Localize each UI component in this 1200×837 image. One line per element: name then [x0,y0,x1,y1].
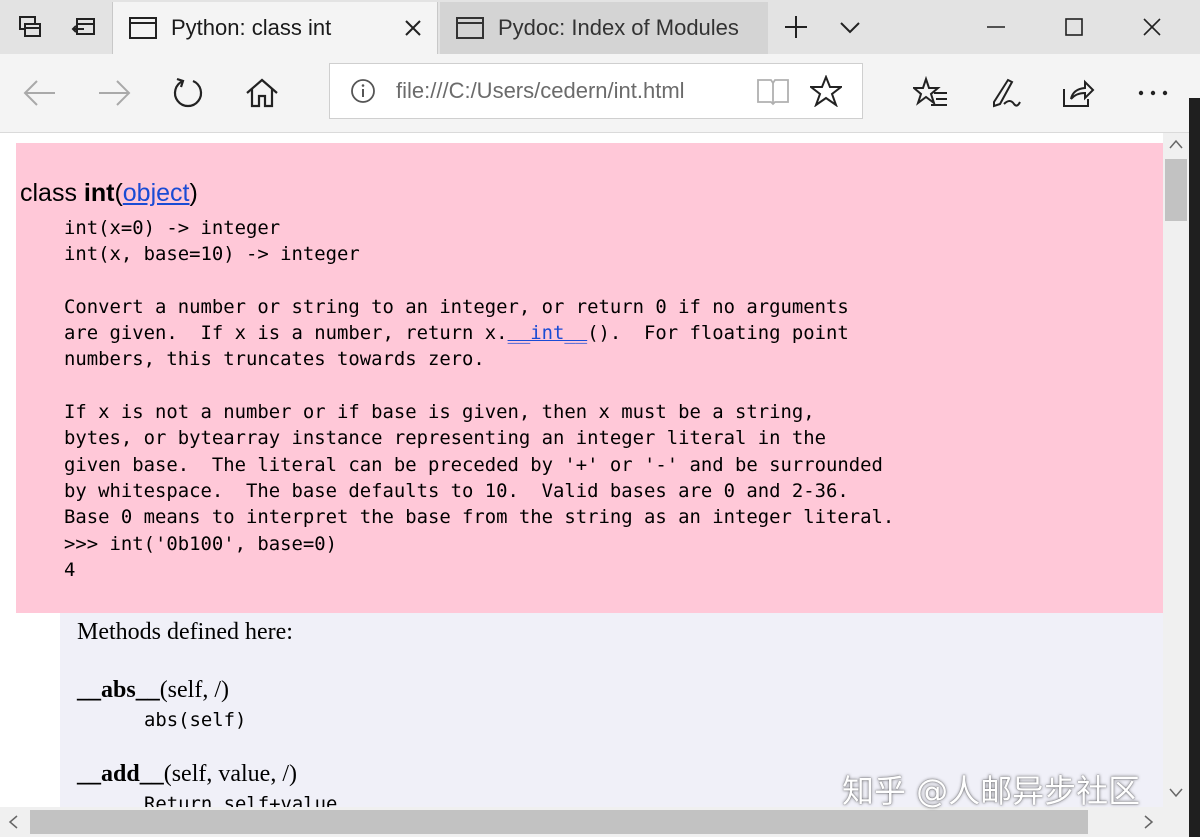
doc-line: given base. The literal can be preceded … [64,453,883,476]
tab-list-button[interactable] [824,0,876,54]
class-keyword: class [20,179,84,207]
scrollbar-corner [1163,807,1189,837]
refresh-button[interactable] [163,68,213,118]
open-paren: ( [114,179,123,207]
chevron-down-icon [840,22,860,34]
tabs-aside-button[interactable] [4,0,56,54]
tabs-restore-icon [71,18,95,35]
home-icon [246,78,278,108]
method-signature: __abs__(self, /) [77,677,229,704]
doc-line: int(x=0) -> integer [64,217,281,239]
info-icon[interactable] [350,78,376,104]
share-icon [1063,79,1095,107]
minimize-button[interactable] [958,0,1034,54]
title-bar: Python: class int Pydoc: Index of Module… [0,0,1200,54]
close-window-button[interactable] [1114,0,1190,54]
class-section: class int(object) int(x=0) -> integer in… [16,143,1163,613]
horizontal-scroll-thumb[interactable] [30,810,1088,834]
new-tab-button[interactable] [770,0,822,54]
method-name[interactable]: __add__ [77,761,164,787]
tabs-restore-button[interactable] [58,0,110,54]
doc-line: bytes, or bytearray instance representin… [64,427,826,450]
int-method-link[interactable]: __int__ [508,322,588,344]
plus-icon [785,16,807,38]
tab-pydoc-index[interactable]: Pydoc: Index of Modules [440,2,768,54]
maximize-button[interactable] [1036,0,1112,54]
method-signature: __add__(self, value, /) [77,761,297,788]
scroll-right-icon[interactable] [1144,815,1154,829]
maximize-icon [1065,18,1083,36]
method-doc: abs(self) [144,709,247,731]
scroll-down-icon[interactable] [1169,788,1183,798]
back-button[interactable] [15,68,65,118]
vertical-scrollbar[interactable] [1163,133,1189,807]
close-icon [1143,18,1161,36]
refresh-icon [173,77,203,108]
window-edge [1189,98,1200,837]
arrow-left-icon [23,80,55,106]
close-icon[interactable] [401,16,425,40]
doc-line: Base 0 means to interpret the base from … [64,506,895,529]
doc-line: Convert a number or string to an integer… [64,295,849,318]
more-icon [1138,90,1168,96]
tab-python-class-int[interactable]: Python: class int [112,2,438,54]
favorites-list-icon [913,76,947,106]
base-class-link[interactable]: object [123,179,190,207]
favorites-button[interactable] [906,68,956,118]
address-url: file:///C:/Users/cedern/int.html [396,78,685,103]
class-docstring: int(x=0) -> integer int(x, base=10) -> i… [64,215,894,583]
doc-line: int(x, base=10) -> integer [64,243,360,266]
class-name: int [83,179,115,207]
page-icon [456,17,484,39]
method-doc: Return self+value. [144,793,349,807]
scroll-left-icon[interactable] [8,815,18,829]
page-icon [129,17,157,39]
class-heading: class int(object) [20,179,198,208]
doc-line: 4 [64,558,76,581]
method-name[interactable]: __abs__ [77,677,160,703]
doc-line: are given. If x is a number, return x. [64,322,508,345]
share-button[interactable] [1053,68,1103,118]
tabs-aside-icon [19,16,41,37]
star-icon[interactable] [810,75,842,107]
web-note-button[interactable] [980,68,1030,118]
method-params: (self, /) [159,677,229,703]
tab-title: Python: class int [171,15,332,40]
arrow-right-icon [99,80,131,106]
pen-icon [993,78,1021,108]
more-button[interactable] [1128,68,1178,118]
address-bar[interactable]: file:///C:/Users/cedern/int.html [329,63,863,119]
minimize-icon [987,26,1005,28]
doc-line: numbers, this truncates towards zero. [64,348,485,371]
vertical-scroll-thumb[interactable] [1165,159,1187,221]
reading-view-icon[interactable] [756,76,790,106]
page-content: class int(object) int(x=0) -> integer in… [0,133,1163,807]
method-params: (self, value, /) [163,761,297,787]
doc-line: If x is not a number or if base is given… [64,401,815,424]
tab-title: Pydoc: Index of Modules [498,15,739,40]
navigation-bar: file:///C:/Users/cedern/int.html [0,54,1200,133]
doc-line: by whitespace. The base defaults to 10. … [64,479,849,502]
doc-line: (). For floating point [587,322,849,345]
methods-heading: Methods defined here: [77,619,293,645]
forward-button[interactable] [89,68,139,118]
close-paren: ) [189,179,198,207]
home-button[interactable] [237,68,287,118]
watermark: 知乎 @人邮异步社区 [842,772,1141,810]
doc-line: >>> int('0b100', base=0) [64,532,337,555]
scroll-up-icon[interactable] [1169,139,1183,149]
